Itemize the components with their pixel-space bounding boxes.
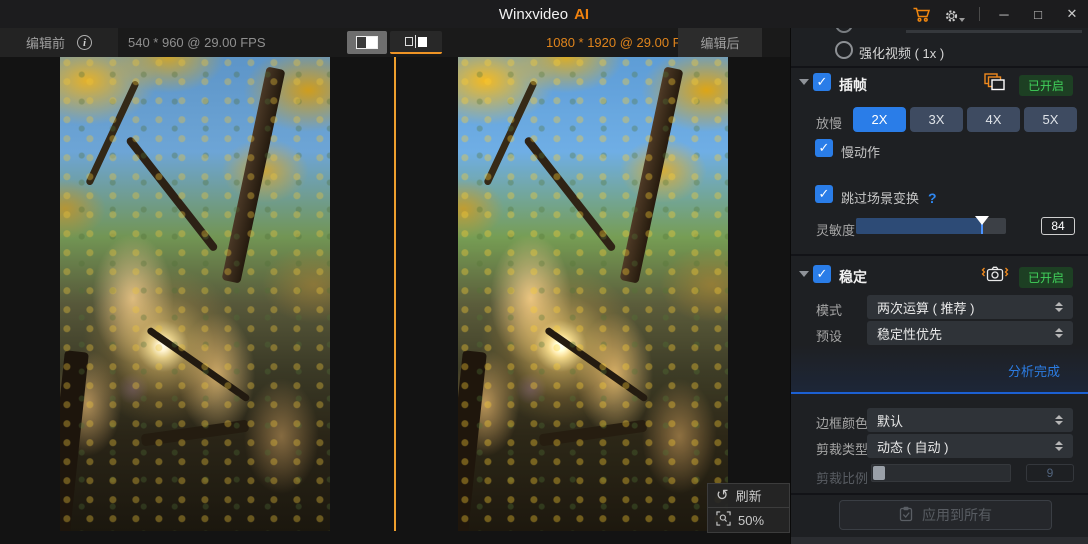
updown-chevron-icon [1055,328,1063,338]
updown-chevron-icon [1055,302,1063,312]
after-video-info: 1080 * 1920 @ 29.00 FPS [546,28,698,57]
preset-value: 稳定性优先 [877,324,942,343]
window-controls: ─ □ ✕ [911,0,1082,28]
speed-4x-button[interactable]: 4X [967,107,1020,132]
close-button[interactable]: ✕ [1062,4,1082,24]
sensitivity-label: 灵敏度 [816,220,855,239]
check-icon: ✓ [819,140,830,156]
split-view-toggle[interactable] [347,31,387,54]
sensitivity-value-input[interactable]: 84 [1041,217,1075,235]
sensitivity-slider[interactable] [856,218,1006,234]
stabilization-checkbox[interactable]: ✓ [813,265,831,283]
tab-before-edit[interactable]: 编辑前 i [0,28,118,57]
scrolled-radio-partial [835,28,853,33]
enhance-video-radio[interactable] [835,41,853,59]
check-icon: ✓ [817,74,828,90]
interpolation-title: 插帧 [839,75,867,95]
mode-label: 模式 [816,300,842,319]
help-icon[interactable]: ? [928,190,937,206]
slow-motion-label: 慢动作 [841,142,880,161]
frames-icon [984,73,1006,97]
refresh-icon: ↺ [716,488,729,503]
app-window: Winxvideo AI ─ □ ✕ [0,0,1088,544]
apply-to-all-label: 应用到所有 [922,505,992,525]
compare-divider[interactable] [394,57,396,531]
tab-before-label: 编辑前 [26,33,65,52]
scrolled-control-edge [906,30,1082,33]
enhance-video-label: 强化视频 ( 1x ) [859,43,944,62]
preset-dropdown[interactable]: 稳定性优先 [867,321,1073,345]
section-separator [791,493,1088,495]
side-by-side-view-toggle[interactable] [390,31,442,54]
mode-dropdown[interactable]: 两次运算 ( 推荐 ) [867,295,1073,319]
stabilize-camera-icon [981,264,1009,289]
crop-type-label: 剪裁类型 [816,439,868,458]
updown-chevron-icon [1055,441,1063,451]
gear-icon[interactable] [945,4,965,24]
sensitivity-slider-thumb[interactable] [975,216,989,225]
section-separator [791,66,1088,68]
zoom-icon [716,511,731,529]
preset-label: 预设 [816,326,842,345]
window-controls-separator [979,7,980,21]
crop-ratio-label: 剪裁比例 [816,468,868,487]
speed-3x-button[interactable]: 3X [910,107,963,132]
mode-value: 两次运算 ( 推荐 ) [877,298,975,317]
interpolation-expander-icon[interactable] [799,79,809,85]
minimize-button[interactable]: ─ [994,4,1014,24]
check-icon: ✓ [819,186,830,202]
crop-type-dropdown[interactable]: 动态 ( 自动 ) [867,434,1073,458]
title-bar: Winxvideo AI ─ □ ✕ [0,0,1088,28]
analysis-progress-line [791,392,1088,394]
side-by-side-icon [405,35,427,48]
check-icon: ✓ [817,266,828,282]
crop-type-value: 动态 ( 自动 ) [877,437,949,456]
preview-area: ↺ 刷新 50% [0,57,790,544]
app-title-accent: AI [574,6,589,23]
split-view-icon [356,36,378,49]
analysis-status: 分析完成 [1008,361,1060,380]
cart-icon[interactable] [911,4,931,24]
preview-overlay-controls: ↺ 刷新 50% [707,483,790,533]
speed-2x-button[interactable]: 2X [853,107,906,132]
section-separator [791,254,1088,256]
crop-ratio-value-input[interactable]: 9 [1026,464,1074,482]
stabilization-status-badge: 已开启 [1019,267,1073,288]
before-video-info: 540 * 960 @ 29.00 FPS [128,28,266,57]
refresh-button[interactable]: ↺ 刷新 [707,483,790,508]
panel-bottom-strip [791,537,1088,544]
crop-ratio-slider-thumb[interactable] [873,466,885,480]
crop-ratio-slider[interactable] [871,464,1011,482]
maximize-button[interactable]: □ [1028,4,1048,24]
skip-scene-checkbox[interactable]: ✓ [815,185,833,203]
border-color-dropdown[interactable]: 默认 [867,408,1073,432]
app-title-main: Winxvideo [499,6,568,23]
settings-panel: 强化视频 ( 1x ) ✓ 插帧 已开启 放慢 2X 3X 4X 5X ✓ 慢动… [790,28,1088,544]
tab-after-edit[interactable]: 编辑后 [678,28,762,57]
gear-caret-icon [959,18,965,22]
stabilization-expander-icon[interactable] [799,271,809,277]
apply-to-all-button[interactable]: 应用到所有 [839,500,1052,530]
preview-toolbar: 编辑前 i 540 * 960 @ 29.00 FPS 1080 * 1920 … [0,28,790,57]
sensitivity-slider-fill [856,218,982,234]
preview-before-image [60,57,330,531]
speed-5x-button[interactable]: 5X [1024,107,1077,132]
refresh-label: 刷新 [736,486,762,505]
updown-chevron-icon [1055,415,1063,425]
border-color-value: 默认 [877,411,903,430]
interpolation-checkbox[interactable]: ✓ [813,73,831,91]
stabilization-title: 稳定 [839,267,867,287]
zoom-level-button[interactable]: 50% [707,508,790,533]
info-icon[interactable]: i [77,35,92,50]
preview-after-image [458,57,728,531]
slow-down-label: 放慢 [816,113,842,132]
skip-scene-label: 跳过场景变换? [841,188,937,207]
clipboard-icon [899,506,913,525]
interpolation-status-badge: 已开启 [1019,75,1073,96]
zoom-level-label: 50% [738,513,764,528]
info-icon-glyph: i [83,37,86,49]
border-color-label: 边框颜色 [816,413,868,432]
slow-motion-checkbox[interactable]: ✓ [815,139,833,157]
